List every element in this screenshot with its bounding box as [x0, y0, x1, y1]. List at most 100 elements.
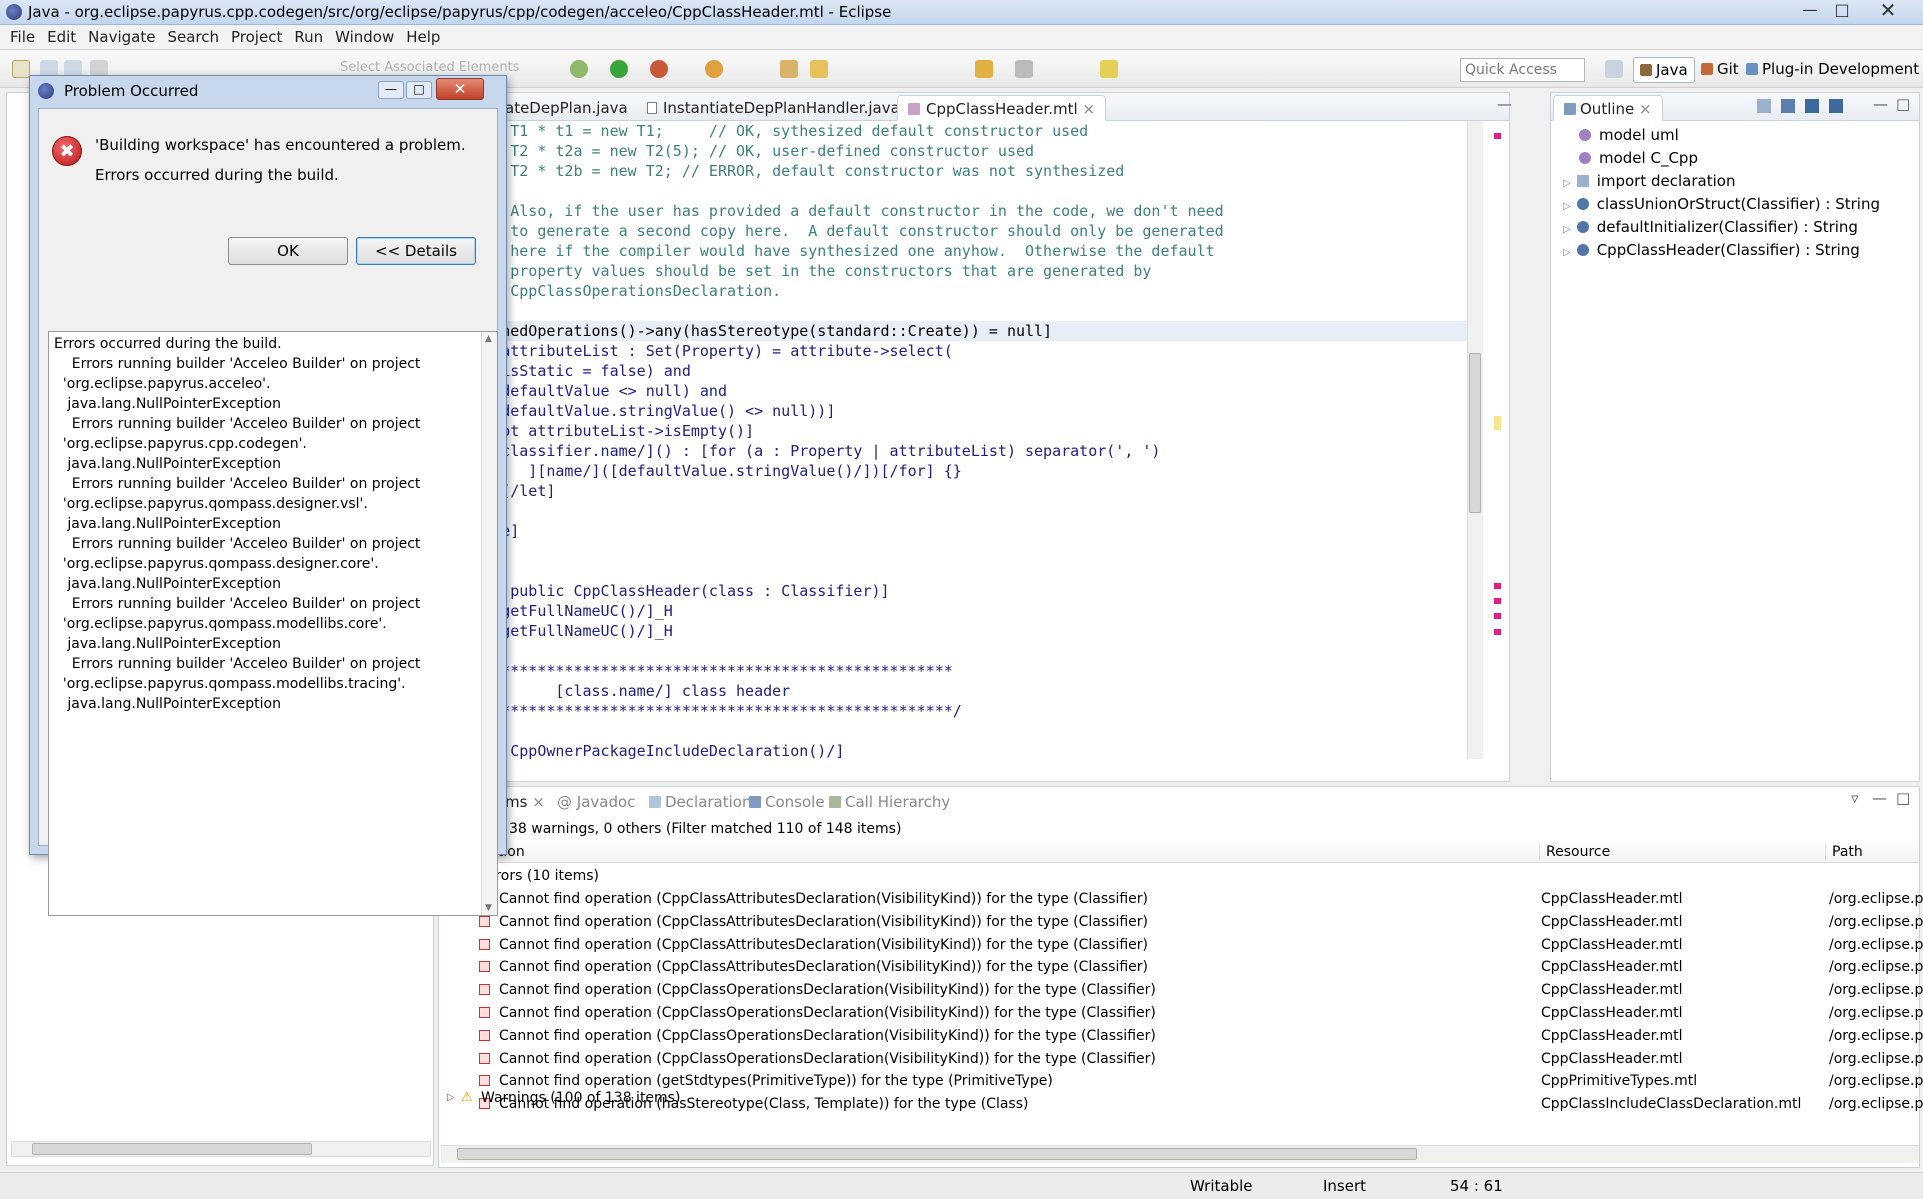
problem-row[interactable]: Cannot find operation (CppClassAttribute…: [439, 911, 1923, 934]
menu-project[interactable]: Project: [225, 26, 288, 48]
scrollbar-thumb[interactable]: [32, 1143, 312, 1155]
scroll-up-icon[interactable]: ▲: [485, 334, 492, 344]
minimize-view-icon[interactable]: —: [1497, 95, 1512, 113]
code-line[interactable]: if]: [438, 501, 1469, 521]
maximize-view-icon[interactable]: □: [1896, 789, 1910, 807]
error-marker[interactable]: [1494, 613, 1501, 619]
code-line[interactable]: [438, 721, 1469, 741]
code-line[interactable]: [/if][/let]: [438, 481, 1469, 501]
problem-row[interactable]: Cannot find operation (CppClassOperation…: [439, 1002, 1923, 1025]
debug-icon[interactable]: [570, 60, 588, 78]
code-line[interactable]: ****************************************…: [438, 701, 1469, 721]
tab-outline[interactable]: Outline ×: [1553, 95, 1663, 121]
view-menu-icon[interactable]: ▿: [1851, 789, 1859, 807]
quick-access-input[interactable]: Quick Access: [1460, 58, 1585, 82]
details-button[interactable]: << Details: [356, 237, 476, 265]
code-line[interactable]: fndef [getFullNameUC()/]_H: [438, 601, 1469, 621]
menu-window[interactable]: Window: [329, 26, 400, 48]
select-associated-elements[interactable]: Select Associated Elements: [340, 60, 519, 75]
close-icon[interactable]: ✕: [1868, 0, 1908, 22]
tab-javadoc[interactable]: @ Javadoc: [547, 789, 645, 815]
details-text[interactable]: Errors occurred during the build. Errors…: [48, 331, 498, 916]
close-tab-icon[interactable]: ×: [1639, 100, 1652, 118]
column-path[interactable]: Path: [1825, 844, 1863, 860]
code-line[interactable]: emplate public CppClassHeader(class : Cl…: [438, 581, 1469, 601]
search-icon[interactable]: [810, 60, 828, 78]
code-line[interactable]: f getOwnedOperations()->any(hasStereotyp…: [438, 321, 1469, 341]
error-marker[interactable]: [1494, 598, 1501, 604]
code-line[interactable]: to generate a second copy here. A defaul…: [438, 221, 1469, 241]
coverage-icon[interactable]: [650, 60, 668, 78]
errors-group-row[interactable]: ◢ ✕ Errors (10 items): [439, 865, 1923, 888]
problem-row[interactable]: Cannot find operation (CppClassOperation…: [439, 1048, 1923, 1071]
code-line[interactable]: T2 * t2b = new T2; // ERROR, default con…: [438, 161, 1469, 181]
code-line[interactable]: Also, if the user has provided a default…: [438, 201, 1469, 221]
run-icon[interactable]: [610, 60, 628, 78]
code-line[interactable]: [classifier.name/]() : [for (a : Propert…: [438, 441, 1469, 461]
expand-icon[interactable]: ▷: [1563, 178, 1571, 189]
problem-row[interactable]: Cannot find operation (CppClassAttribute…: [439, 956, 1923, 979]
menu-navigate[interactable]: Navigate: [82, 26, 161, 48]
minimize-view-icon[interactable]: —: [1872, 789, 1887, 807]
tab-cppclassheader[interactable]: CppClassHeader.mtl ×: [897, 95, 1107, 121]
tab-call-hierarchy[interactable]: Call Hierarchy: [819, 789, 960, 815]
perspective-plugin-development[interactable]: Plug-in Development: [1740, 57, 1923, 83]
menu-help[interactable]: Help: [400, 26, 446, 48]
editor-vertical-scrollbar[interactable]: [1467, 121, 1483, 759]
open-perspective-icon[interactable]: [1605, 60, 1623, 78]
pin-icon[interactable]: [1100, 60, 1118, 78]
perspective-java[interactable]: Java: [1633, 57, 1695, 83]
problems-horizontal-scrollbar[interactable]: [441, 1145, 1919, 1163]
close-tab-icon[interactable]: ×: [1082, 100, 1095, 118]
code-line[interactable]: [438, 561, 1469, 581]
code-line[interactable]: (defaultValue <> null) and: [438, 381, 1469, 401]
menu-file[interactable]: File: [4, 26, 41, 48]
code-line[interactable]: [438, 641, 1469, 661]
ok-button[interactable]: OK: [228, 237, 348, 265]
code-line[interactable]: [438, 181, 1469, 201]
maximize-view-icon[interactable]: □: [1896, 95, 1910, 113]
code-line[interactable]: T2 * t2a = new T2(5); // OK, user-define…: [438, 141, 1469, 161]
outline-item[interactable]: ▷ classUnionOrStruct(Classifier) : String: [1563, 195, 1880, 213]
tab-deploy-plan[interactable]: ateDepPlan.java: [495, 95, 638, 121]
scrollbar-thumb[interactable]: [1469, 353, 1481, 513]
new-icon[interactable]: [12, 60, 30, 78]
code-line[interactable]: [438, 541, 1469, 561]
expand-icon[interactable]: ▷: [447, 1092, 455, 1103]
problem-row[interactable]: Cannot find operation (CppClassOperation…: [439, 979, 1923, 1002]
error-marker[interactable]: [1494, 629, 1501, 635]
expand-icon[interactable]: ▷: [1563, 247, 1571, 258]
code-line[interactable]: ][name/]([defaultValue.stringValue()/])[…: [438, 461, 1469, 481]
perspective-git[interactable]: Git: [1695, 57, 1745, 83]
code-line[interactable]: here if the compiler would have synthesi…: [438, 241, 1469, 261]
code-line[interactable]: [438, 301, 1469, 321]
outline-item[interactable]: ▷ defaultInitializer(Classifier) : String: [1563, 218, 1858, 236]
code-line[interactable]: (isStatic = false) and: [438, 361, 1469, 381]
expand-icon[interactable]: ▷: [1563, 201, 1571, 212]
code-line[interactable]: efine [getFullNameUC()/]_H: [438, 621, 1469, 641]
outline-item[interactable]: ▷ CppClassHeader(Classifier) : String: [1563, 241, 1860, 259]
sort-icon[interactable]: [1781, 99, 1795, 113]
column-resource[interactable]: Resource: [1539, 844, 1610, 860]
code-line[interactable]: [class.name/] class header: [438, 681, 1469, 701]
hide-static-icon[interactable]: [1829, 99, 1843, 113]
details-vertical-scrollbar[interactable]: ▲ ▼: [481, 332, 497, 915]
expand-icon[interactable]: ▷: [1563, 224, 1571, 235]
collapse-all-icon[interactable]: [1757, 99, 1771, 113]
dialog-close-icon[interactable]: ✕: [436, 78, 484, 100]
tab-instantiate-handler[interactable]: InstantiateDepPlanHandler.java: [637, 95, 910, 121]
maximize-icon[interactable]: □: [1822, 0, 1862, 22]
problem-row[interactable]: Cannot find operation (CppClassAttribute…: [439, 888, 1923, 911]
warning-marker[interactable]: [1494, 416, 1501, 430]
code-line[interactable]: (defaultValue.stringValue() <> null))]: [438, 401, 1469, 421]
code-editor[interactable]: T1 * t1 = new T1; // OK, sythesized defa…: [438, 121, 1469, 761]
error-marker[interactable]: [1494, 133, 1501, 139]
forward-icon[interactable]: [1015, 60, 1033, 78]
problem-row[interactable]: Cannot find operation (CppClassAttribute…: [439, 934, 1923, 957]
open-type-icon[interactable]: [780, 60, 798, 78]
menu-edit[interactable]: Edit: [41, 26, 82, 48]
code-line[interactable]: package.CppOwnerPackageIncludeDeclaratio…: [438, 741, 1469, 761]
outline-item[interactable]: model uml: [1579, 126, 1679, 144]
code-line[interactable]: [if not attributeList->isEmpty()]: [438, 421, 1469, 441]
code-line[interactable]: template]: [438, 521, 1469, 541]
